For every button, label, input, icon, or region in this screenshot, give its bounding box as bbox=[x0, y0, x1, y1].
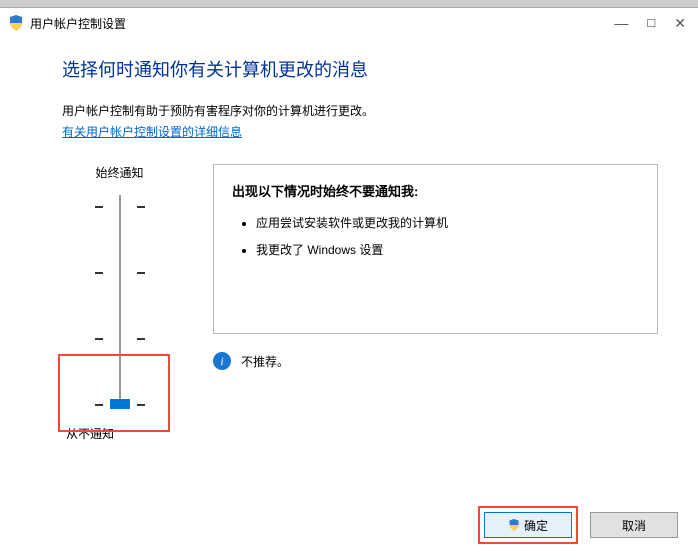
page-description: 用户帐户控制有助于预防有害程序对你的计算机进行更改。 bbox=[62, 102, 658, 119]
page-heading: 选择何时通知你有关计算机更改的消息 bbox=[62, 56, 658, 82]
slider-label-always: 始终通知 bbox=[62, 164, 177, 181]
uac-shield-icon bbox=[8, 15, 24, 31]
cancel-button[interactable]: 取消 bbox=[590, 512, 678, 538]
window-top-border bbox=[0, 0, 698, 8]
footer-buttons: 确定 取消 bbox=[478, 506, 678, 544]
uac-shield-icon bbox=[508, 519, 520, 531]
cancel-button-label: 取消 bbox=[622, 517, 646, 534]
slider-label-never: 从不通知 bbox=[62, 425, 177, 442]
info-title: 出现以下情况时始终不要通知我: bbox=[232, 181, 639, 200]
window-title: 用户帐户控制设置 bbox=[30, 15, 614, 32]
info-item: 应用尝试安装软件或更改我的计算机 bbox=[256, 214, 639, 231]
slider-tick-2 bbox=[95, 333, 145, 340]
slider-thumb[interactable] bbox=[110, 399, 130, 409]
slider-tick-4 bbox=[95, 201, 145, 208]
minimize-button[interactable]: — bbox=[614, 15, 628, 31]
highlight-overlay-ok: 确定 bbox=[478, 506, 578, 544]
info-icon: i bbox=[213, 352, 231, 370]
info-box: 出现以下情况时始终不要通知我: 应用尝试安装软件或更改我的计算机 我更改了 Wi… bbox=[213, 164, 658, 334]
uac-slider[interactable] bbox=[95, 195, 145, 415]
info-item: 我更改了 Windows 设置 bbox=[256, 241, 639, 258]
ok-button-label: 确定 bbox=[524, 517, 548, 534]
recommendation-text: 不推荐。 bbox=[241, 353, 289, 370]
slider-track bbox=[119, 195, 121, 407]
learn-more-link[interactable]: 有关用户帐户控制设置的详细信息 bbox=[62, 125, 242, 139]
info-column: 出现以下情况时始终不要通知我: 应用尝试安装软件或更改我的计算机 我更改了 Wi… bbox=[213, 164, 658, 370]
slider-column: 始终通知 从不通知 bbox=[62, 164, 177, 442]
slider-tick-3 bbox=[95, 267, 145, 274]
titlebar: 用户帐户控制设置 — ☐ ✕ bbox=[0, 8, 698, 38]
close-button[interactable]: ✕ bbox=[674, 15, 686, 32]
recommendation-row: i 不推荐。 bbox=[213, 352, 658, 370]
maximize-button[interactable]: ☐ bbox=[646, 17, 656, 30]
ok-button[interactable]: 确定 bbox=[484, 512, 572, 538]
content-area: 选择何时通知你有关计算机更改的消息 用户帐户控制有助于预防有害程序对你的计算机进… bbox=[0, 38, 698, 442]
